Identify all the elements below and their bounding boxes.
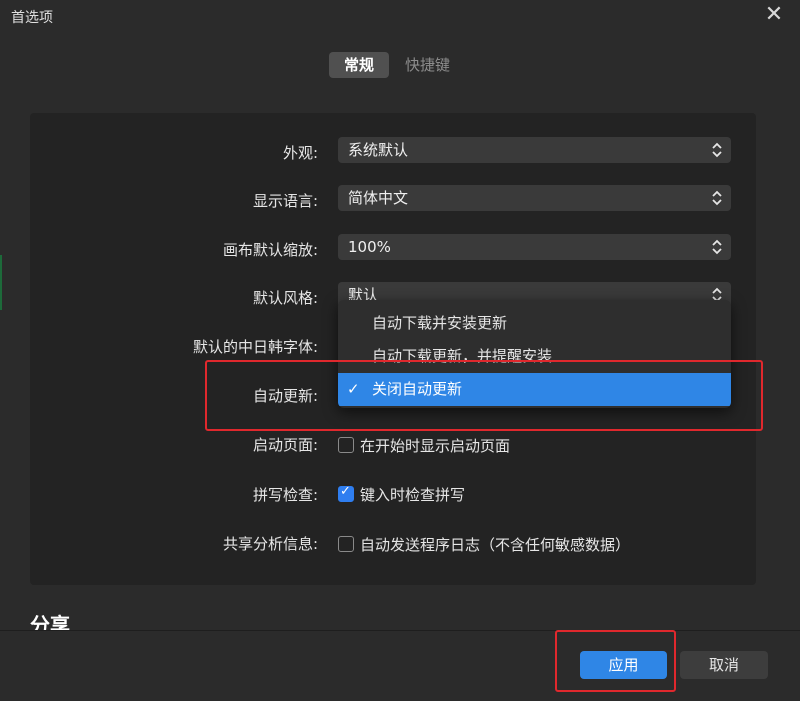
left-edge-accent [0, 255, 2, 310]
startup-page-option: 在开始时显示启动页面 [338, 435, 510, 455]
option-label: 自动下载并安装更新 [372, 314, 508, 332]
chevron-up-down-icon [712, 239, 722, 255]
canvas-zoom-value: 100% [348, 238, 391, 256]
title-bar: 首选项 ✕ [0, 0, 800, 32]
language-label: 显示语言: [252, 192, 318, 210]
share-analytics-option: 自动发送程序日志（不含任何敏感数据） [338, 534, 630, 554]
tab-shortcuts[interactable]: 快捷键 [397, 52, 458, 78]
highlight-box-apply [555, 630, 676, 692]
language-value: 简体中文 [348, 189, 409, 207]
canvas-zoom-select[interactable]: 100% [338, 234, 731, 260]
share-analytics-label: 共享分析信息: [222, 535, 318, 553]
canvas-zoom-label: 画布默认缩放: [222, 241, 318, 259]
close-icon[interactable]: ✕ [762, 4, 786, 28]
startup-page-checkbox-label[interactable]: 在开始时显示启动页面 [360, 435, 510, 456]
spell-check-checkbox-label[interactable]: 键入时检查拼写 [360, 484, 465, 505]
share-analytics-checkbox[interactable] [338, 536, 354, 552]
cancel-button[interactable]: 取消 [680, 651, 768, 679]
style-label: 默认风格: [252, 289, 318, 307]
appearance-value: 系统默认 [348, 141, 409, 159]
tab-bar: 常规 快捷键 [329, 52, 458, 78]
tab-general[interactable]: 常规 [329, 52, 390, 78]
language-select[interactable]: 简体中文 [338, 185, 731, 211]
spell-check-checkbox[interactable]: ✓ [338, 484, 354, 502]
startup-page-checkbox[interactable] [338, 437, 354, 453]
share-analytics-checkbox-label[interactable]: 自动发送程序日志（不含任何敏感数据） [360, 534, 630, 555]
highlight-box-auto-update [205, 360, 763, 431]
checkmark-icon: ✓ [340, 484, 351, 499]
cjk-font-label: 默认的中日韩字体: [192, 338, 318, 356]
spell-check-label: 拼写检查: [252, 486, 318, 504]
appearance-label: 外观: [282, 144, 318, 162]
startup-page-label: 启动页面: [252, 436, 318, 454]
appearance-select[interactable]: 系统默认 [338, 137, 731, 163]
chevron-up-down-icon [712, 190, 722, 206]
chevron-up-down-icon [712, 142, 722, 158]
window-title: 首选项 [11, 10, 53, 26]
dropdown-option-auto-install[interactable]: 自动下载并安装更新 [338, 307, 731, 340]
spell-check-option: ✓ 键入时检查拼写 [338, 484, 465, 504]
